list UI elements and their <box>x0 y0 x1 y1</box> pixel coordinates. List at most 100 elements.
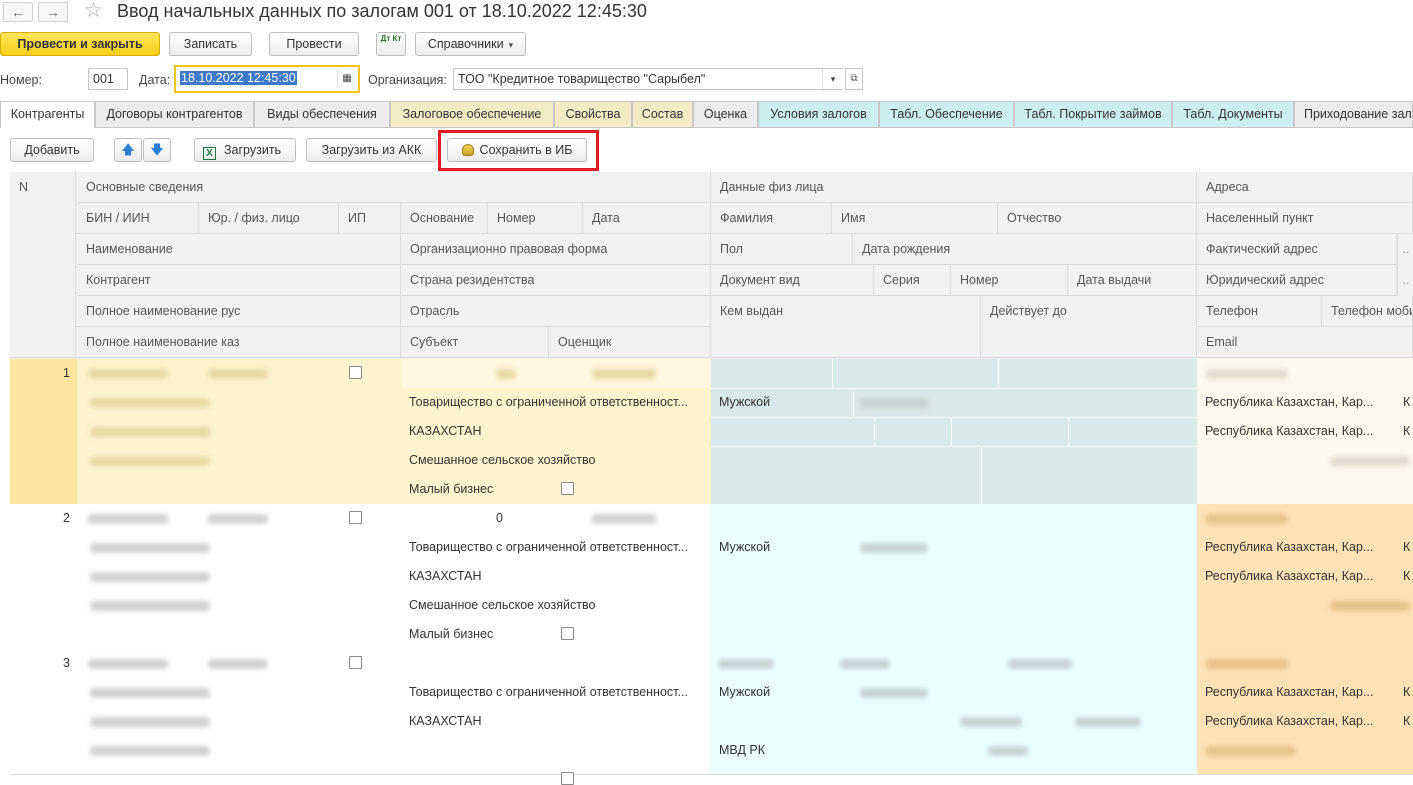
move-down-button[interactable]: 🡇 <box>143 138 171 162</box>
header-patronymic[interactable]: Отчество <box>998 203 1197 234</box>
row-legal-addr-more: К <box>1403 424 1411 438</box>
row-sex: Мужской <box>719 395 771 409</box>
appraiser-checkbox[interactable] <box>561 627 574 640</box>
header-number[interactable]: Номер <box>488 203 583 234</box>
save-button[interactable]: Записать <box>169 32 252 56</box>
redacted-locality <box>1206 369 1288 379</box>
redacted-text <box>88 514 168 524</box>
row-actual-addr: Республика Казахстан, Кар... <box>1205 540 1374 554</box>
header-entity[interactable]: Юр. / физ. лицо <box>199 203 339 234</box>
header-addresses[interactable]: Адреса <box>1197 172 1413 203</box>
header-birth[interactable]: Дата рождения <box>853 234 1197 265</box>
add-button[interactable]: Добавить <box>10 138 94 162</box>
ip-checkbox[interactable] <box>349 511 362 524</box>
header-person[interactable]: Данные физ лица <box>711 172 1197 203</box>
tab-counterparties[interactable]: Контрагенты <box>0 101 95 128</box>
row-opf: Товарищество с ограниченной ответственно… <box>409 685 688 699</box>
header-phone[interactable]: Телефон <box>1197 296 1322 327</box>
header-sex[interactable]: Пол <box>711 234 853 265</box>
tab-pledge-terms[interactable]: Условия залогов <box>758 101 879 127</box>
tab-collateral-types[interactable]: Виды обеспечения <box>254 101 390 127</box>
row-sex: Мужской <box>719 540 771 554</box>
post-and-close-button[interactable]: Провести и закрыть <box>0 32 160 56</box>
forward-button[interactable]: → <box>38 2 68 22</box>
header-doc-number[interactable]: Номер <box>951 265 1068 296</box>
tab-collateral-receipt[interactable]: Приходование залогов <box>1294 101 1413 127</box>
tab-table-security[interactable]: Табл. Обеспечение <box>879 101 1014 127</box>
grid-line <box>998 359 999 388</box>
header-country[interactable]: Страна резидентства <box>401 265 711 296</box>
header-actual-addr[interactable]: Фактический адрес <box>1197 234 1397 265</box>
header-opf[interactable]: Организационно правовая форма <box>401 234 711 265</box>
tab-collateral-security[interactable]: Залоговое обеспечение <box>390 101 554 127</box>
header-full-ru[interactable]: Полное наименование рус <box>77 296 401 327</box>
grid-line <box>1068 417 1069 446</box>
header-locality[interactable]: Населенный пункт <box>1197 203 1413 234</box>
post-button[interactable]: Провести <box>269 32 359 56</box>
redacted-number <box>496 369 516 379</box>
header-name[interactable]: Наименование <box>77 234 401 265</box>
redacted-birth <box>860 398 928 408</box>
header-surname[interactable]: Фамилия <box>711 203 832 234</box>
header-basis[interactable]: Основание <box>401 203 488 234</box>
header-main[interactable]: Основные сведения <box>77 172 711 203</box>
header-issue-date[interactable]: Дата выдачи <box>1068 265 1197 296</box>
row-sex: Мужской <box>719 685 771 699</box>
header-email[interactable]: Email <box>1197 327 1413 358</box>
tab-table-documents[interactable]: Табл. Документы <box>1172 101 1294 127</box>
load-button[interactable]: X Загрузить <box>194 138 296 162</box>
header-given[interactable]: Имя <box>832 203 998 234</box>
excel-icon: X <box>203 147 216 160</box>
date-field[interactable]: 18.10.2022 12:45:30 <box>174 65 360 93</box>
header-industry[interactable]: Отрасль <box>401 296 711 327</box>
number-label: Номер: <box>0 73 42 87</box>
header-mobile[interactable]: Телефон моби <box>1322 296 1413 327</box>
grid-line <box>401 359 711 388</box>
header-ip[interactable]: ИП <box>339 203 401 234</box>
header-valid-to[interactable]: Действует до <box>981 296 1197 358</box>
redacted-text <box>90 398 210 408</box>
header-series[interactable]: Серия <box>874 265 951 296</box>
redacted-date <box>592 514 656 524</box>
header-subject[interactable]: Субъект <box>401 327 549 358</box>
redacted-text <box>90 688 210 698</box>
header-appraiser[interactable]: Оценщик <box>549 327 711 358</box>
ip-checkbox[interactable] <box>349 656 362 669</box>
header-bin[interactable]: БИН / ИИН <box>77 203 199 234</box>
load-label: Загрузить <box>224 143 282 157</box>
favorite-star-icon[interactable]: ☆ <box>84 0 103 22</box>
arrow-down-icon: 🡇 <box>150 142 164 157</box>
calendar-icon[interactable]: ▦ <box>337 70 356 88</box>
row-opf: Товарищество с ограниченной ответственно… <box>409 395 688 409</box>
header-n[interactable]: N <box>10 172 76 358</box>
highlight-annotation-box <box>438 130 599 171</box>
redacted-person <box>1008 659 1072 669</box>
load-from-akk-button[interactable]: Загрузить из АКК <box>306 138 437 162</box>
appraiser-checkbox[interactable] <box>561 482 574 495</box>
header-counterparty[interactable]: Контрагент <box>77 265 401 296</box>
redacted-phone <box>1330 601 1410 611</box>
organization-field[interactable]: ТОО "Кредитное товарищество "Сарыбел" <box>453 68 843 90</box>
ip-checkbox[interactable] <box>349 366 362 379</box>
dropdown-arrow-icon[interactable]: ▾ <box>822 69 843 89</box>
back-button[interactable]: ← <box>3 2 33 22</box>
row-basis-number: 0 <box>496 511 503 525</box>
directories-menu-button[interactable]: Справочники ▾ <box>415 32 526 56</box>
number-field[interactable]: 001 <box>88 68 128 90</box>
tab-composition[interactable]: Состав <box>632 101 693 127</box>
move-up-button[interactable]: 🡅 <box>114 138 142 162</box>
header-full-kz[interactable]: Полное наименование каз <box>77 327 401 358</box>
header-doc-type[interactable]: Документ вид <box>711 265 874 296</box>
header-date[interactable]: Дата <box>583 203 711 234</box>
redacted-text <box>90 746 210 756</box>
row-person-bg <box>711 359 1197 505</box>
tab-valuation[interactable]: Оценка <box>693 101 758 127</box>
dt-kt-button[interactable]: Дт Кт <box>376 32 406 56</box>
header-issued-by[interactable]: Кем выдан <box>711 296 981 358</box>
tab-properties[interactable]: Свойства <box>554 101 632 127</box>
header-legal-addr[interactable]: Юридический адрес <box>1197 265 1397 296</box>
tab-counterparty-contracts[interactable]: Договоры контрагентов <box>95 101 254 127</box>
tab-table-loan-coverage[interactable]: Табл. Покрытие займов <box>1014 101 1172 127</box>
open-link-icon[interactable]: ⧉ <box>845 68 863 90</box>
redacted-birth <box>860 543 928 553</box>
